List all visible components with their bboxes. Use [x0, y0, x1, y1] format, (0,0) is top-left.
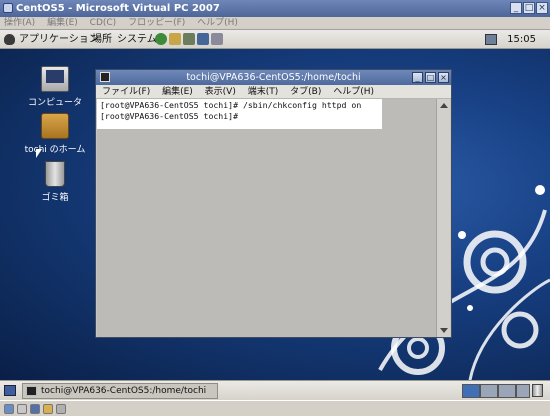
workspace-1[interactable]: [462, 384, 480, 398]
home-folder-icon: [41, 113, 69, 139]
computer-icon: [41, 66, 69, 92]
terminal-menu-bar: ファイル(F) 編集(E) 表示(V) 端末(T) タブ(B) ヘルプ(H): [96, 85, 451, 99]
host-menu-help[interactable]: ヘルプ(H): [197, 18, 238, 28]
mouse-pointer-icon: [36, 149, 42, 158]
host-menu-bar: 操作(A) 編集(E) CD(C) フロッピー(F) ヘルプ(H): [0, 17, 550, 30]
menu-edit[interactable]: 編集(E): [162, 87, 193, 97]
menu-system[interactable]: システム: [117, 30, 157, 49]
terminal-scrollbar[interactable]: [436, 99, 450, 337]
show-desktop-icon[interactable]: [4, 385, 16, 396]
shared-folder-icon[interactable]: [43, 404, 53, 414]
menu-file[interactable]: ファイル(F): [102, 87, 150, 97]
notes-icon[interactable]: [211, 33, 223, 45]
close-icon[interactable]: ×: [438, 72, 449, 83]
trash-icon: [45, 161, 65, 187]
host-menu-action[interactable]: 操作(A): [4, 18, 35, 28]
taskbar-button-terminal[interactable]: tochi@VPA636-CentOS5:/home/tochi: [22, 383, 218, 399]
hard-disk-icon[interactable]: [4, 404, 14, 414]
terminal-output[interactable]: [root@VPA636-CentOS5 tochi]# /sbin/chkco…: [97, 99, 382, 129]
terminal-window[interactable]: tochi@VPA636-CentOS5:/home/tochi _ □ × フ…: [95, 69, 452, 338]
menu-places[interactable]: 場所: [92, 30, 112, 49]
gnome-foot-icon: [4, 34, 15, 45]
scroll-up-icon[interactable]: [440, 103, 448, 108]
network-icon: [485, 34, 497, 45]
terminal-screen[interactable]: [root@VPA636-CentOS5 tochi]# /sbin/chkco…: [97, 99, 436, 337]
menu-view[interactable]: 表示(V): [205, 87, 236, 97]
terminal-icon: [100, 72, 110, 82]
terminal-title-bar[interactable]: tochi@VPA636-CentOS5:/home/tochi _ □ ×: [96, 70, 451, 85]
minimize-icon[interactable]: _: [412, 72, 423, 83]
editor-icon[interactable]: [183, 33, 195, 45]
cd-drive-icon[interactable]: [17, 404, 27, 414]
floppy-icon[interactable]: [30, 404, 40, 414]
clock[interactable]: 15:05: [507, 30, 536, 49]
host-title-bar: CentOS5 - Microsoft Virtual PC 2007 _ □ …: [0, 0, 550, 17]
menu-terminal[interactable]: 端末(T): [248, 87, 279, 97]
terminal-icon: [26, 386, 37, 396]
close-icon[interactable]: ×: [536, 2, 548, 14]
desktop-icon-computer[interactable]: コンピュータ: [20, 66, 90, 108]
trash-applet-icon[interactable]: [532, 384, 543, 397]
menu-applications[interactable]: アプリケーション: [19, 30, 99, 49]
office-icon[interactable]: [197, 33, 209, 45]
menu-tabs[interactable]: タブ(B): [290, 87, 321, 97]
terminal-title: tochi@VPA636-CentOS5:/home/tochi: [186, 72, 361, 83]
desktop-icon-label: tochi のホーム: [24, 145, 86, 155]
maximize-icon[interactable]: □: [425, 72, 436, 83]
terminal-line: [root@VPA636-CentOS5 tochi]#: [100, 111, 239, 121]
virtual-pc-icon: [3, 3, 13, 13]
scroll-down-icon[interactable]: [440, 328, 448, 333]
desktop-icon-home[interactable]: tochi のホーム: [20, 113, 90, 155]
host-menu-floppy[interactable]: フロッピー(F): [128, 18, 185, 28]
host-menu-cd[interactable]: CD(C): [90, 18, 117, 28]
taskbar-label: tochi@VPA636-CentOS5:/home/tochi: [41, 386, 207, 396]
minimize-icon[interactable]: _: [510, 2, 522, 14]
desktop-icon-label: コンピュータ: [27, 98, 82, 108]
workspace-3[interactable]: [498, 384, 516, 398]
terminal-line: [root@VPA636-CentOS5 tochi]# /sbin/chkco…: [100, 100, 362, 110]
host-menu-edit[interactable]: 編集(E): [47, 18, 78, 28]
menu-help[interactable]: ヘルプ(H): [333, 87, 374, 97]
mail-icon[interactable]: [169, 33, 181, 45]
host-window-title: CentOS5 - Microsoft Virtual PC 2007: [16, 3, 220, 14]
desktop-icon-label: ゴミ箱: [41, 193, 69, 203]
workspace-4[interactable]: [516, 384, 530, 398]
host-status-bar: [0, 400, 550, 416]
network-adapter-icon[interactable]: [56, 404, 66, 414]
bottom-panel: tochi@VPA636-CentOS5:/home/tochi: [0, 380, 550, 400]
desktop-icon-trash[interactable]: ゴミ箱: [20, 161, 90, 203]
maximize-icon[interactable]: □: [523, 2, 535, 14]
workspace-2[interactable]: [480, 384, 498, 398]
web-browser-icon[interactable]: [155, 33, 167, 45]
top-panel: アプリケーション 場所 システム 15:05: [0, 30, 550, 49]
